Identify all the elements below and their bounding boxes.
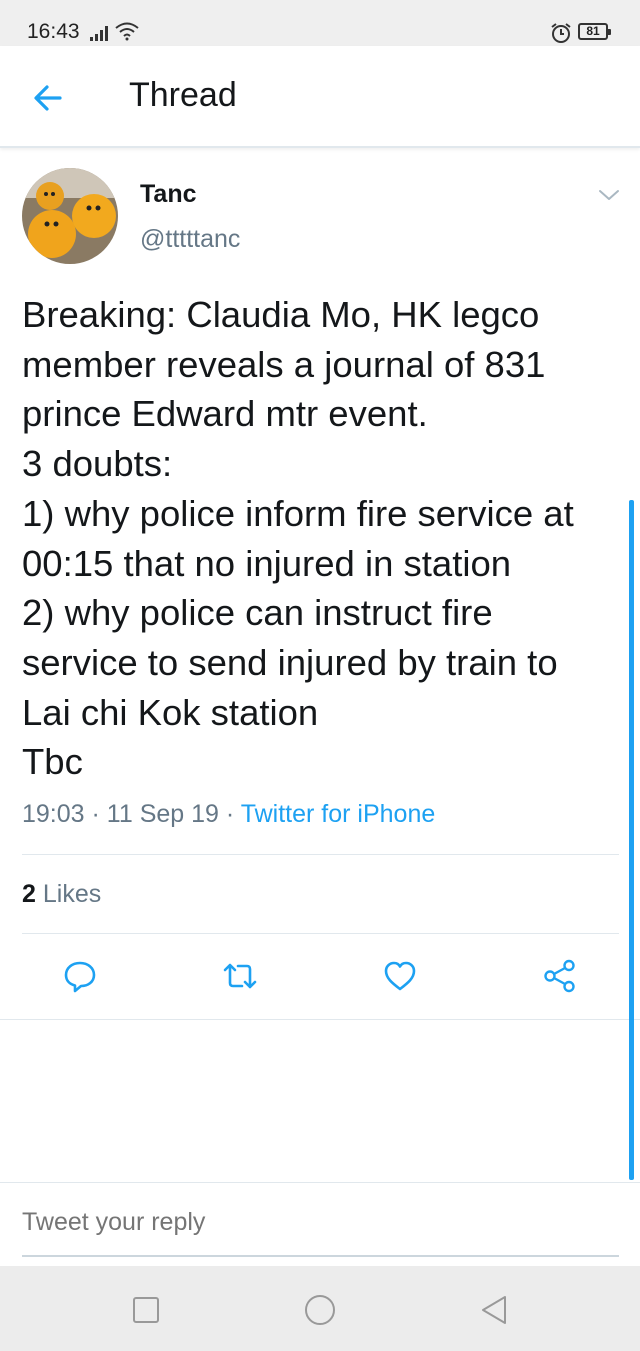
header: Thread <box>0 46 640 148</box>
signal-icon <box>90 26 108 41</box>
tweet-date: 11 Sep 19 <box>106 800 219 828</box>
tweet-line: member reveals a journal of 831 <box>22 343 546 385</box>
navigation-bar <box>0 1266 640 1351</box>
avatar-image <box>22 168 118 264</box>
battery-icon: 81 <box>578 23 611 40</box>
divider <box>0 1019 640 1020</box>
tweet-time: 19:03 <box>22 800 85 828</box>
tweet-line: 1) why police inform fire service at <box>22 492 574 534</box>
meta-separator: · <box>225 800 235 828</box>
user-handle[interactable]: @tttttanc <box>140 225 240 254</box>
tweet-source-link[interactable]: Twitter for iPhone <box>241 800 436 828</box>
tweet-text: Breaking: Claudia Mo, HK legco member re… <box>22 290 627 787</box>
divider <box>22 933 619 934</box>
divider <box>22 854 619 855</box>
tweet-line: 00:15 that no injured in station <box>22 542 512 584</box>
likes-count: 2 <box>22 880 36 908</box>
arrow-left-icon[interactable] <box>28 78 68 118</box>
likes-label: Likes <box>42 880 102 908</box>
home-button[interactable] <box>304 1294 336 1326</box>
meta-separator: · <box>91 800 100 828</box>
recents-button[interactable] <box>130 1294 162 1326</box>
tweet-line: 3 doubts: <box>22 443 173 485</box>
reply-underline <box>22 1255 619 1257</box>
like-icon[interactable] <box>382 958 418 994</box>
status-bar: 16:43 81 <box>0 0 640 46</box>
chevron-down-icon[interactable] <box>596 184 622 206</box>
tweet-line: Lai chi Kok station <box>22 691 319 733</box>
share-icon[interactable] <box>542 958 578 994</box>
avatar[interactable] <box>22 168 118 264</box>
tweet-meta: 19:03 · 11 Sep 19 · Twitter for iPhone <box>22 800 435 829</box>
retweet-icon[interactable] <box>222 958 258 994</box>
tweet-line: Breaking: Claudia Mo, HK legco <box>22 294 540 335</box>
reply-icon[interactable] <box>62 958 98 994</box>
wifi-icon <box>115 22 139 41</box>
tweet-line: Tbc <box>22 741 83 783</box>
display-name[interactable]: Tanc <box>140 180 197 209</box>
alarm-icon <box>551 23 571 43</box>
scrollbar[interactable] <box>629 500 634 1180</box>
likes-stat[interactable]: 2 Likes <box>22 880 101 909</box>
page-title: Thread <box>129 76 237 114</box>
reply-input[interactable] <box>22 1208 619 1237</box>
status-time: 16:43 <box>27 20 80 43</box>
tweet-line: 2) why police can instruct fire <box>22 592 493 634</box>
tweet-line: prince Edward mtr event. <box>22 393 428 435</box>
tweet-line: service to send injured by train to <box>22 641 558 683</box>
divider <box>0 1182 640 1183</box>
back-button[interactable] <box>478 1294 510 1326</box>
